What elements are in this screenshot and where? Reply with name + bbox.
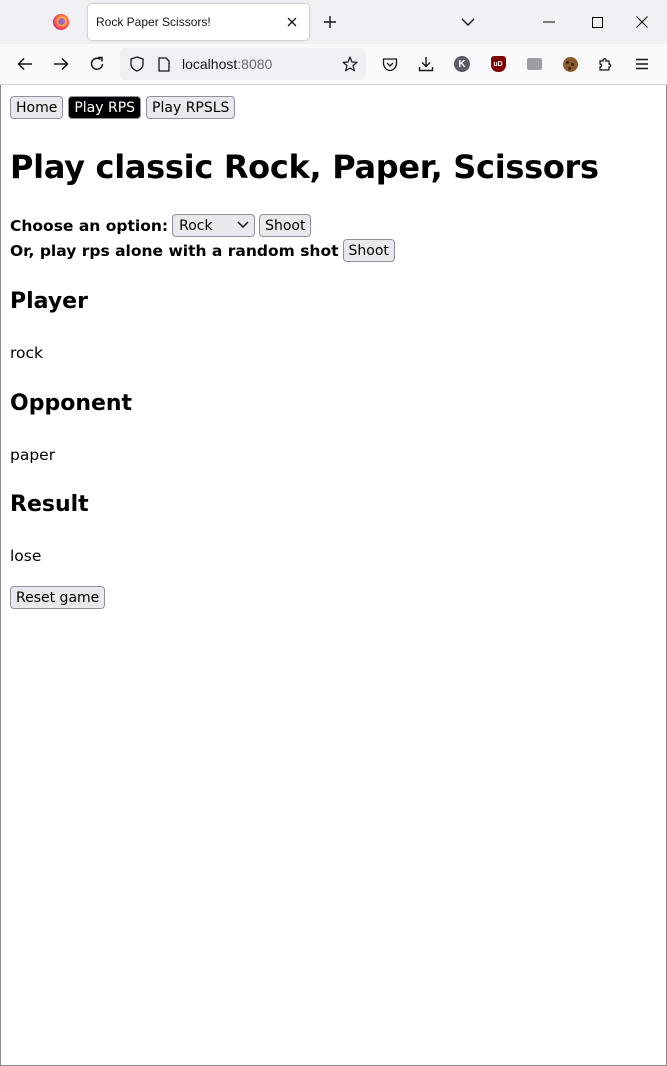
player-value: rock [10, 344, 44, 362]
back-arrow-icon[interactable] [11, 50, 39, 78]
page-info-icon[interactable] [150, 50, 178, 78]
site-nav: Home Play RPS Play RPSLS [10, 96, 236, 119]
url-text[interactable]: localhost:8080 [182, 56, 272, 72]
gray-extension-shape [526, 58, 542, 70]
url-port: :8080 [237, 56, 273, 72]
ublock-icon[interactable]: uD [484, 50, 512, 78]
firefox-logo-icon [53, 14, 69, 30]
home-button[interactable]: Home [10, 96, 64, 119]
cookie-shape [562, 56, 578, 72]
random-row: Or, play rps alone with a random shot Sh… [10, 239, 395, 262]
shoot-button[interactable]: Shoot [259, 214, 312, 237]
opponent-heading: Opponent [10, 391, 133, 416]
firefox-view-tab[interactable] [38, 4, 84, 40]
page-title: Play classic Rock, Paper, Scissors [10, 148, 599, 186]
url-bar[interactable]: localhost:8080 [120, 48, 366, 80]
list-all-tabs-icon[interactable] [456, 10, 480, 34]
chevron-down-icon [237, 221, 249, 229]
close-window-icon[interactable] [617, 0, 667, 44]
opponent-value: paper [10, 446, 56, 464]
random-label: Or, play rps alone with a random shot [10, 241, 339, 260]
tab-title: Rock Paper Scissors! [96, 15, 211, 29]
play-rps-button[interactable]: Play RPS [68, 96, 142, 119]
bookmark-star-icon[interactable] [336, 50, 364, 78]
random-shoot-button[interactable]: Shoot [342, 239, 395, 262]
play-rpsls-button[interactable]: Play RPSLS [146, 96, 236, 119]
url-host: localhost [182, 56, 238, 72]
cookie-icon[interactable] [556, 50, 584, 78]
pocket-icon[interactable] [376, 50, 404, 78]
minimize-icon[interactable] [524, 0, 574, 44]
reset-game-button[interactable]: Reset game [10, 586, 106, 609]
downloads-icon[interactable] [412, 50, 440, 78]
reload-icon[interactable] [83, 50, 111, 78]
extensions-puzzle-icon[interactable] [592, 50, 620, 78]
gray-extension-icon[interactable] [520, 50, 548, 78]
ublock-badge: uD [490, 56, 506, 72]
shield-icon[interactable] [123, 50, 151, 78]
player-heading: Player [10, 289, 88, 314]
tab-close-icon[interactable] [281, 11, 303, 33]
tab-active[interactable]: Rock Paper Scissors! [88, 4, 309, 40]
k-extension-icon[interactable]: K [448, 50, 476, 78]
hamburger-menu-icon[interactable] [628, 50, 656, 78]
k-badge: K [454, 56, 470, 72]
tab-strip: Rock Paper Scissors! [0, 0, 667, 44]
choose-row: Choose an option: Rock Shoot [10, 214, 312, 237]
result-value: lose [10, 547, 42, 565]
maximize-icon[interactable] [572, 0, 622, 44]
option-select[interactable]: Rock [172, 214, 256, 237]
result-heading: Result [10, 492, 89, 517]
navigation-toolbar: localhost:8080 K uD [0, 44, 667, 85]
new-tab-icon[interactable] [318, 10, 342, 34]
forward-arrow-icon[interactable] [47, 50, 75, 78]
choose-label: Choose an option: [10, 216, 169, 235]
select-value: Rock [179, 217, 213, 234]
